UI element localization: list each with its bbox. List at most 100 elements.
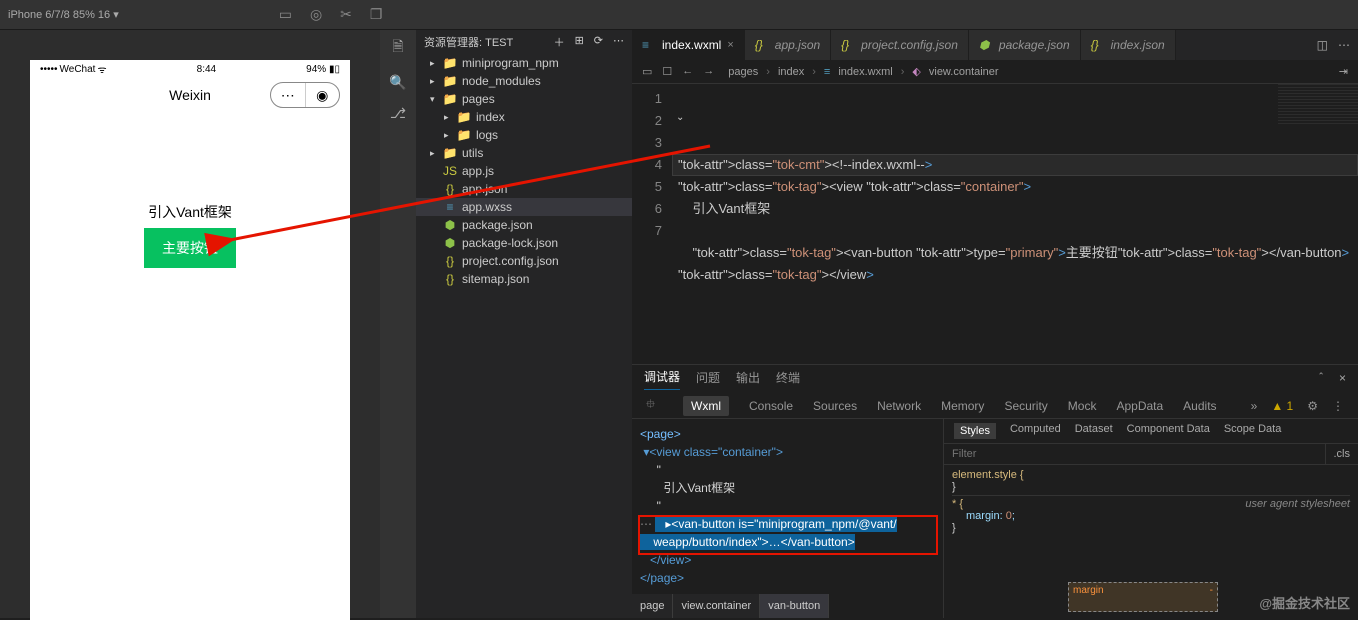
- cls-toggle[interactable]: .cls: [1325, 444, 1358, 464]
- capsule-menu-icon[interactable]: ⋯: [271, 83, 306, 107]
- tree-item[interactable]: {}app.json: [416, 180, 632, 198]
- tree-item[interactable]: JSapp.js: [416, 162, 632, 180]
- more-icon[interactable]: ⋯: [613, 34, 624, 50]
- styles-filter-input[interactable]: [944, 444, 1325, 464]
- page-text: 引入Vant框架: [30, 202, 350, 222]
- tree-item[interactable]: ▸📁miniprogram_npm: [416, 54, 632, 72]
- fold-icon[interactable]: ⌄: [676, 112, 684, 123]
- new-folder-icon[interactable]: ⊞: [575, 34, 584, 50]
- search-icon[interactable]: 🔍: [389, 74, 406, 91]
- styles-tab[interactable]: Component Data: [1127, 423, 1210, 439]
- devtools-settings-icon[interactable]: ⚙: [1307, 399, 1318, 413]
- minimap[interactable]: [1278, 84, 1358, 124]
- devtools-more-icon[interactable]: ⋮: [1332, 399, 1344, 413]
- tree-item[interactable]: {}project.config.json: [416, 252, 632, 270]
- git-icon[interactable]: ⎇: [390, 105, 406, 122]
- signal-dots: •••••: [40, 64, 58, 75]
- devtools-tab[interactable]: Security: [1004, 399, 1047, 413]
- wifi-icon: ᯤ: [97, 62, 106, 76]
- editor-tab[interactable]: {}project.config.json: [831, 30, 969, 60]
- inspect-icon[interactable]: ⯐: [646, 395, 655, 416]
- devtools-tabs: ⯐ Wxml Console Sources Network Memory Security…: [632, 393, 1358, 419]
- tree-item[interactable]: ▸📁logs: [416, 126, 632, 144]
- devtools-tab[interactable]: Audits: [1183, 399, 1216, 413]
- styles-tab[interactable]: Computed: [1010, 423, 1061, 439]
- files-icon[interactable]: 🗎: [392, 36, 403, 60]
- editor-tab[interactable]: {}index.json: [1081, 30, 1176, 60]
- device-selector[interactable]: iPhone 6/7/8 85% 16 ▾: [8, 8, 119, 21]
- sim-icon-cut[interactable]: ✂: [340, 6, 352, 23]
- breadcrumb: ▭ ☐ ← → pages› index› ≡index.wxml› ⬖view…: [632, 60, 1358, 84]
- more-tabs-icon[interactable]: »: [1251, 399, 1258, 413]
- box-model: margin -: [1068, 582, 1218, 612]
- tree-item[interactable]: ≡app.wxss: [416, 198, 632, 216]
- app-toolbar: iPhone 6/7/8 85% 16 ▾ ▭ ◎ ✂ ❐: [0, 0, 1358, 30]
- crumb-1[interactable]: pages: [728, 66, 758, 78]
- split-icon[interactable]: ◫: [1317, 38, 1328, 52]
- devtools-tab[interactable]: Memory: [941, 399, 984, 413]
- refresh-icon[interactable]: ⟳: [594, 34, 603, 50]
- styles-pane: Styles Computed Dataset Component Data Scope…: [943, 419, 1358, 618]
- tree-item[interactable]: ▸📁node_modules: [416, 72, 632, 90]
- tree-item[interactable]: ▸📁index: [416, 108, 632, 126]
- line-gutter: 1234567: [632, 84, 672, 364]
- tree-item[interactable]: ▸📁utils: [416, 144, 632, 162]
- element-crumbs[interactable]: pageview.containervan-button: [632, 594, 829, 618]
- editor-sidebar: 🗎 🔍 ⎇: [380, 30, 416, 618]
- tree-item[interactable]: ⬢package.json: [416, 216, 632, 234]
- code-lines[interactable]: "tok-attr">class="tok-cmt"><!--index.wxm…: [672, 84, 1358, 364]
- styles-body[interactable]: element.style { } user agent stylesheet …: [944, 465, 1358, 618]
- bottom-panel: 调试器问题输出终端 ＾ × ⯐ Wxml Console Sources Network…: [632, 364, 1358, 618]
- styles-tab[interactable]: Scope Data: [1224, 423, 1281, 439]
- tree-item[interactable]: ▾📁pages: [416, 90, 632, 108]
- devtools-tab[interactable]: Mock: [1068, 399, 1097, 413]
- crumb-2[interactable]: index: [778, 66, 804, 78]
- sim-icon-1[interactable]: ▭: [279, 6, 292, 23]
- styles-tab[interactable]: Dataset: [1075, 423, 1113, 439]
- devtools-tab[interactable]: Network: [877, 399, 921, 413]
- panel-close-icon[interactable]: ×: [1339, 371, 1346, 388]
- devtools-tab[interactable]: Console: [749, 399, 793, 413]
- devtools-tab[interactable]: AppData: [1116, 399, 1163, 413]
- capsule-close-icon[interactable]: ◉: [306, 83, 340, 107]
- panel-tabs: 调试器问题输出终端 ＾ ×: [632, 365, 1358, 393]
- tree-item[interactable]: ⬢package-lock.json: [416, 234, 632, 252]
- capsule[interactable]: ⋯ ◉: [270, 82, 340, 108]
- close-icon[interactable]: ×: [727, 39, 733, 51]
- file-icon: ≡: [824, 66, 830, 78]
- panel-tab[interactable]: 终端: [776, 369, 800, 390]
- sim-icon-stop[interactable]: ◎: [310, 6, 322, 23]
- battery-icon: ▮▯: [329, 64, 340, 75]
- layout-icon[interactable]: ▭: [642, 65, 652, 78]
- editor-tab[interactable]: {}app.json: [745, 30, 831, 60]
- devtools-tab[interactable]: Sources: [813, 399, 857, 413]
- panel-tab[interactable]: 输出: [736, 369, 760, 390]
- nav-back-icon[interactable]: ←: [682, 65, 693, 78]
- new-file-icon[interactable]: ＋: [554, 34, 565, 50]
- simulator-pane: ••••• WeChatᯤ 8:44 94% ▮▯ Weixin ⋯ ◉ 引入V…: [0, 30, 380, 618]
- tab-more-icon[interactable]: ⋯: [1338, 38, 1350, 52]
- editor-tab[interactable]: ≡index.wxml×: [632, 30, 745, 60]
- crumb-3[interactable]: index.wxml: [838, 66, 892, 78]
- file-tree[interactable]: ▸📁miniprogram_npm▸📁node_modules▾📁pages▸📁…: [416, 54, 632, 618]
- warning-badge[interactable]: ▲ 1: [1271, 399, 1293, 413]
- styles-tabs: Styles Computed Dataset Component Data Scope…: [944, 419, 1358, 444]
- editor-tab[interactable]: ⬢package.json: [969, 30, 1081, 60]
- nav-fwd-icon[interactable]: →: [703, 65, 714, 78]
- panel-tab[interactable]: 调试器: [644, 368, 680, 390]
- primary-button[interactable]: 主要按钮: [144, 228, 236, 268]
- code-editor[interactable]: 1234567 "tok-attr">class="tok-cmt"><!--i…: [632, 84, 1358, 364]
- styles-tab[interactable]: Styles: [954, 423, 996, 439]
- bookmark-icon[interactable]: ☐: [662, 65, 672, 78]
- editor-tabs: ≡index.wxml×{}app.json{}project.config.j…: [632, 30, 1358, 60]
- devtools-tab[interactable]: Wxml: [683, 396, 729, 416]
- panel-tab[interactable]: 问题: [696, 369, 720, 390]
- panel-up-icon[interactable]: ＾: [1315, 371, 1327, 388]
- sim-icon-dup[interactable]: ❐: [370, 6, 383, 23]
- highlight-box: [638, 515, 938, 555]
- elements-panel[interactable]: <page> ▾<view class="container"> " 引入Van…: [632, 419, 943, 618]
- compile-icon[interactable]: ⇥: [1339, 65, 1348, 78]
- phone-frame: ••••• WeChatᯤ 8:44 94% ▮▯ Weixin ⋯ ◉ 引入V…: [30, 60, 350, 620]
- tree-item[interactable]: {}sitemap.json: [416, 270, 632, 288]
- crumb-4[interactable]: view.container: [929, 66, 999, 78]
